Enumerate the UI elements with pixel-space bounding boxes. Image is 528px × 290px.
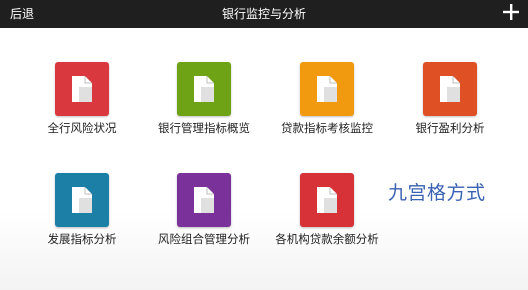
tile-label: 银行管理指标概览: [158, 121, 250, 135]
document-icon: [317, 187, 337, 213]
document-icon: [440, 76, 460, 102]
tile-label: 各机构贷款余额分析: [275, 232, 379, 246]
tile-icon-box: [177, 62, 231, 116]
tile-icon-box: [55, 62, 109, 116]
document-icon: [72, 76, 92, 102]
tile-icon-box: [300, 62, 354, 116]
tile-loan-assessment[interactable]: 贷款指标考核监控: [262, 62, 392, 142]
tile-label: 风险组合管理分析: [158, 232, 250, 246]
document-icon: [194, 187, 214, 213]
tile-icon-box: [55, 173, 109, 227]
tile-icon-box: [177, 173, 231, 227]
plus-icon[interactable]: [502, 3, 520, 21]
tile-icon-box: [300, 173, 354, 227]
tile-management-indicators[interactable]: 银行管理指标概览: [139, 62, 269, 142]
page-title: 银行监控与分析: [221, 7, 306, 21]
grid-mode-note: 九宫格方式: [388, 182, 486, 204]
tile-profit-analysis[interactable]: 银行盈利分析: [385, 62, 515, 142]
tile-label: 银行盈利分析: [415, 121, 485, 135]
tile-icon-box: [423, 62, 477, 116]
document-icon: [72, 187, 92, 213]
title-bar: 后退 银行监控与分析: [0, 0, 528, 28]
tile-risk-portfolio[interactable]: 风险组合管理分析: [139, 173, 269, 253]
document-icon: [194, 76, 214, 102]
tile-label: 全行风险状况: [47, 121, 117, 135]
tile-grid: 全行风险状况 银行管理指标概览 贷款指标考核监控 银行盈利分析 发展指标分析 风…: [0, 28, 528, 290]
tile-label: 发展指标分析: [47, 232, 117, 246]
tile-label: 贷款指标考核监控: [281, 121, 373, 135]
tile-development-indicators[interactable]: 发展指标分析: [17, 173, 147, 253]
document-icon: [317, 76, 337, 102]
tile-branch-loan-balance[interactable]: 各机构贷款余额分析: [262, 173, 392, 253]
tile-risk-overview[interactable]: 全行风险状况: [17, 62, 147, 142]
